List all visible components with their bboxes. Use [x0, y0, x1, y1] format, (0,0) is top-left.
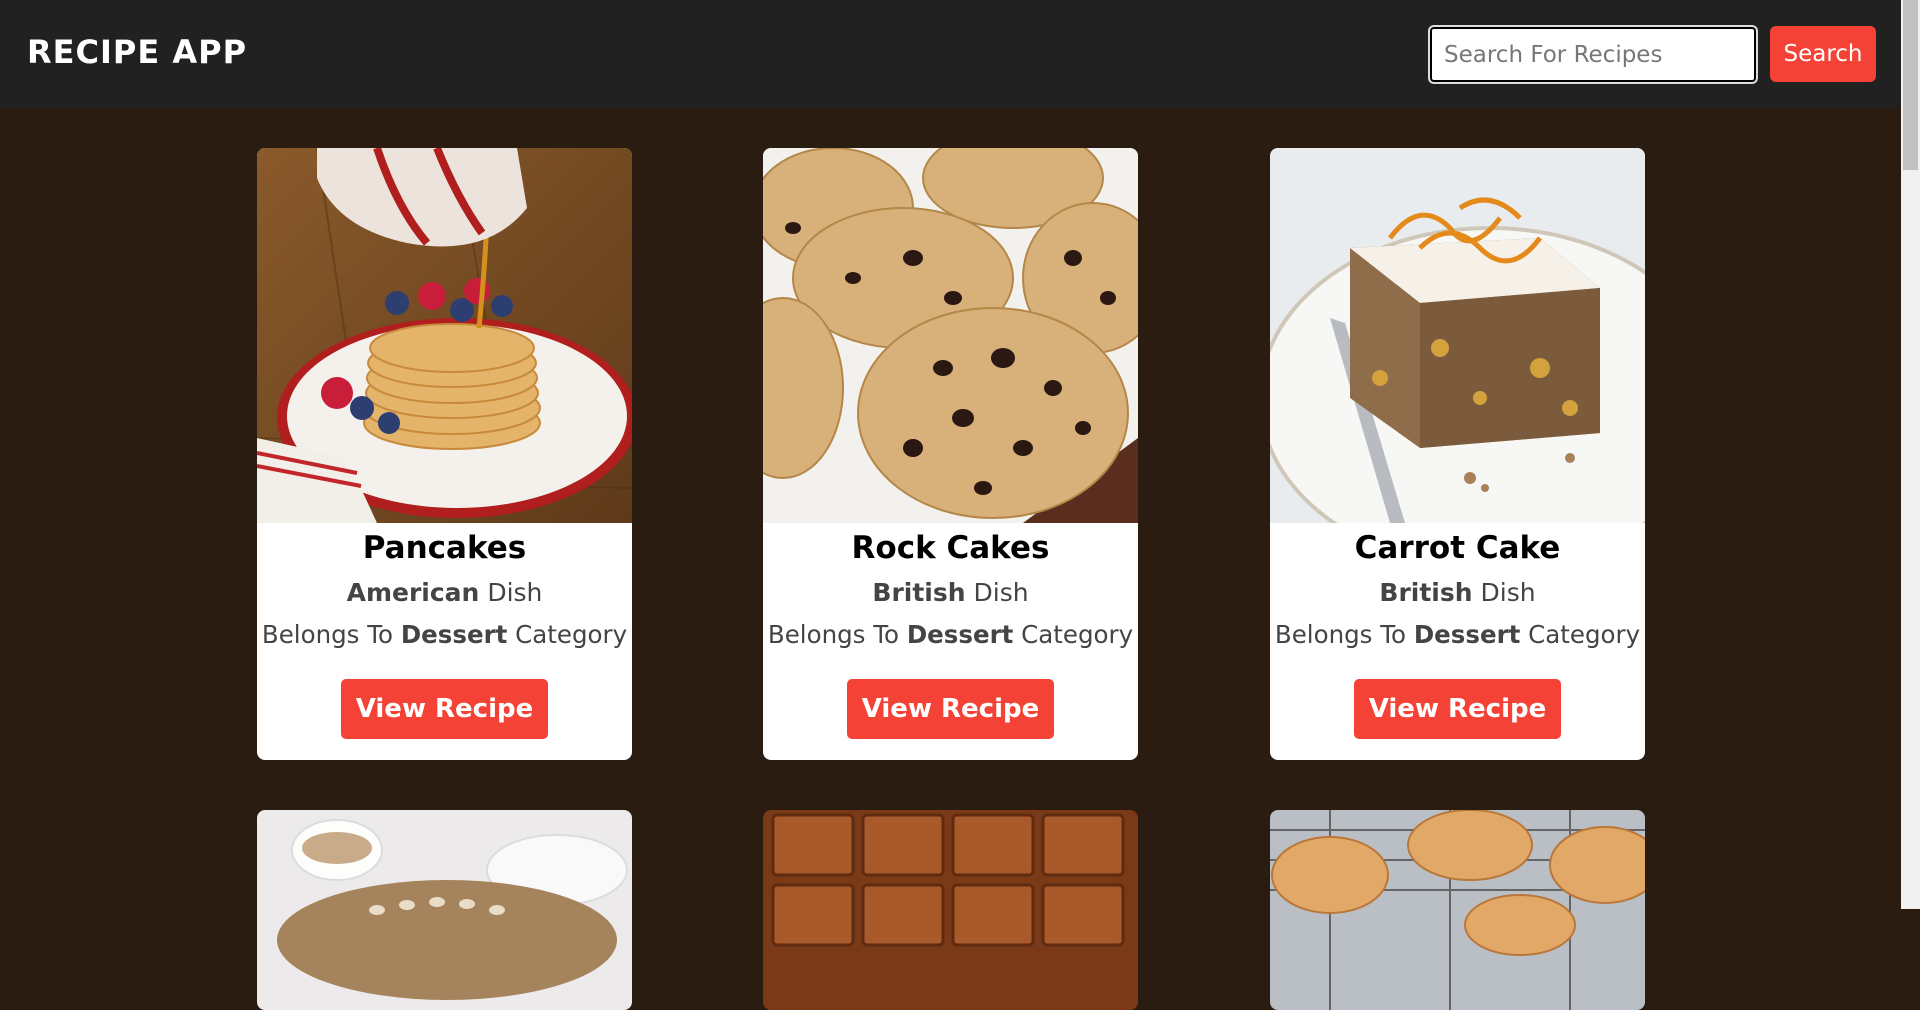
recipe-category: Belongs To Dessert Category	[763, 620, 1138, 649]
recipe-category-suffix: Category	[1528, 620, 1641, 649]
recipe-card-partial-3	[1270, 810, 1645, 1010]
recipe-image-partial-2	[763, 810, 1138, 1010]
recipe-area-value: American	[346, 578, 480, 607]
recipe-area: British Dish	[763, 578, 1138, 607]
scrollbar-thumb[interactable]	[1903, 0, 1918, 170]
recipe-category-value: Dessert	[1413, 620, 1521, 649]
view-recipe-button[interactable]: View Recipe	[341, 679, 548, 739]
recipe-card-carrot-cake: Carrot Cake British Dish Belongs To Dess…	[1270, 148, 1645, 760]
recipe-area: British Dish	[1270, 578, 1645, 607]
recipe-category-value: Dessert	[906, 620, 1014, 649]
search-input[interactable]	[1428, 25, 1758, 84]
recipe-card-pancakes: Pancakes American Dish Belongs To Desser…	[257, 148, 632, 760]
recipe-category-suffix: Category	[515, 620, 628, 649]
view-recipe-button[interactable]: View Recipe	[847, 679, 1054, 739]
view-recipe-button[interactable]: View Recipe	[1354, 679, 1561, 739]
recipe-image-pancakes	[257, 148, 632, 523]
recipe-area-suffix: Dish	[973, 578, 1029, 607]
recipe-category-prefix: Belongs To	[767, 620, 900, 649]
recipe-card-rock-cakes: Rock Cakes British Dish Belongs To Desse…	[763, 148, 1138, 760]
recipe-card-partial-1	[257, 810, 632, 1010]
recipe-area-value: British	[1379, 578, 1473, 607]
search-button[interactable]: Search	[1770, 26, 1876, 82]
app-title: RECIPE APP	[27, 33, 248, 71]
recipe-name: Pancakes	[362, 530, 527, 566]
recipe-card-partial-2	[763, 810, 1138, 1010]
recipe-category-prefix: Belongs To	[1274, 620, 1407, 649]
recipe-image-carrot-cake	[1270, 148, 1645, 523]
recipe-area-suffix: Dish	[487, 578, 543, 607]
recipe-category: Belongs To Dessert Category	[257, 620, 632, 649]
recipe-image-partial-1	[257, 810, 632, 1010]
recipe-area: American Dish	[257, 578, 632, 607]
recipe-area-value: British	[872, 578, 966, 607]
recipe-image-rock-cakes	[763, 148, 1138, 523]
recipe-category-value: Dessert	[400, 620, 508, 649]
recipe-name: Rock Cakes	[851, 530, 1050, 566]
recipe-image-partial-3	[1270, 810, 1645, 1010]
recipe-category-prefix: Belongs To	[261, 620, 394, 649]
recipe-area-suffix: Dish	[1480, 578, 1536, 607]
recipe-category: Belongs To Dessert Category	[1270, 620, 1645, 649]
recipe-name: Carrot Cake	[1354, 530, 1561, 566]
recipe-category-suffix: Category	[1021, 620, 1134, 649]
app-header: RECIPE APP Search	[0, 0, 1901, 108]
